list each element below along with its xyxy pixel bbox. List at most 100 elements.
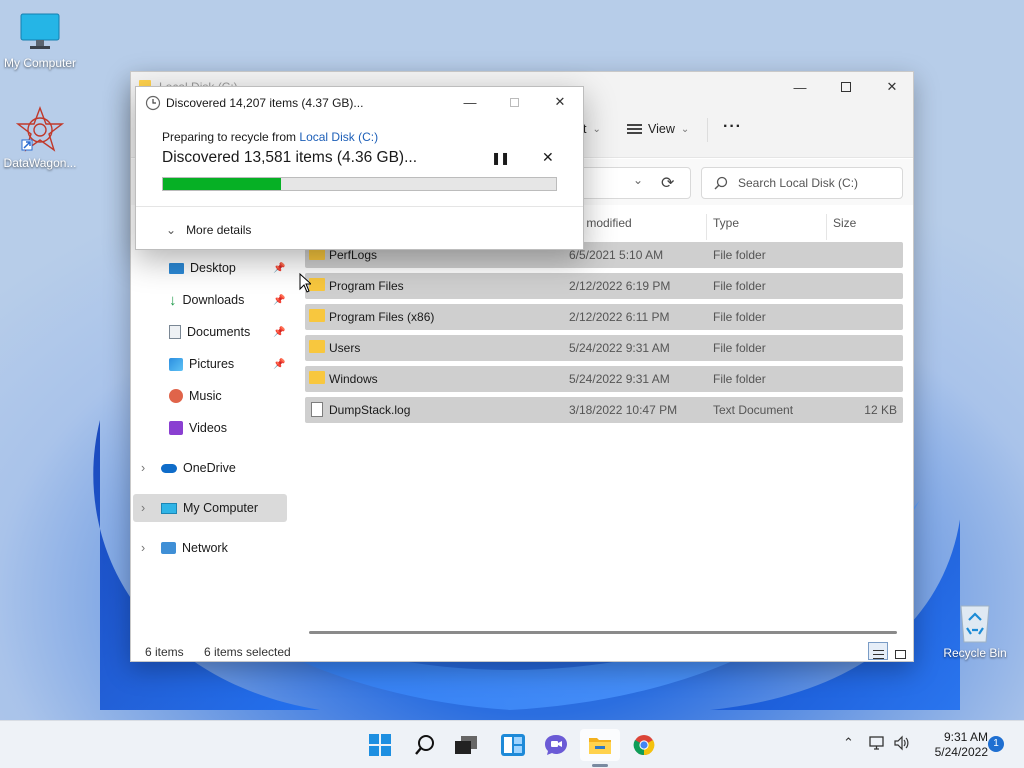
table-row[interactable]: Program Files (x86) 2/12/2022 6:11 PM Fi… [305,304,903,330]
search-icon [415,735,434,755]
file-size: 12 KB [864,403,897,417]
minimize-button[interactable]: — [777,72,823,102]
item-count: 6 items [145,645,184,659]
task-view-button[interactable] [446,729,486,761]
chat-button[interactable] [536,729,576,761]
file-date: 5/24/2022 9:31 AM [569,372,670,386]
documents-icon [169,325,181,339]
status-bar: 6 items 6 items selected [131,638,913,662]
search-icon [714,176,728,190]
recycle-progress-dialog: Discovered 14,207 items (4.37 GB)... — ✕… [135,86,584,250]
close-icon: ✕ [886,79,898,94]
file-date: 6/5/2021 5:10 AM [569,248,664,262]
more-icon: ··· [723,118,742,135]
active-app-indicator [592,764,608,767]
nav-label: Videos [189,421,227,435]
nav-item-pictures[interactable]: Pictures 📌 [169,350,285,378]
refresh-icon[interactable]: ⟳ [661,173,674,193]
file-name: PerfLogs [329,248,378,262]
file-name: Program Files [329,279,404,293]
pictures-icon [169,357,183,371]
chevron-down-icon: ⌄ [592,123,601,135]
pin-icon: 📌 [273,294,286,306]
nav-item-music[interactable]: Music [169,382,222,410]
dialog-title: Discovered 14,207 items (4.37 GB)... [166,96,364,110]
widgets-button[interactable] [493,729,533,761]
source-link[interactable]: Local Disk (C:) [299,130,378,144]
nav-item-videos[interactable]: Videos [169,414,227,442]
chrome-button[interactable] [624,729,664,761]
chevron-right-icon: › [141,541,146,555]
start-button[interactable] [360,729,400,761]
operation-prefix: Preparing to recycle from [162,130,300,144]
taskbar: ⌃ 9:31 AM 5/24/2022 [0,720,1024,768]
toolbar-divider [707,118,708,142]
volume-tray-icon[interactable] [893,735,911,754]
table-row[interactable]: DumpStack.log 3/18/2022 10:47 PM Text Do… [305,397,903,423]
search-placeholder: Search Local Disk (C:) [738,176,859,190]
column-size[interactable]: Size [827,214,903,240]
sort-button[interactable]: t ⌄ [583,122,601,136]
progress-status: Discovered 13,581 items (4.36 GB)... [162,149,418,166]
table-row[interactable]: Users 5/24/2022 9:31 AM File folder [305,335,903,361]
desktop-icon [169,262,184,274]
horizontal-scrollbar[interactable] [309,631,897,634]
progress-bar [162,177,557,191]
tiles-view-button[interactable] [890,642,910,660]
column-type[interactable]: Type [707,214,827,240]
desktop-icon-label: DataWagon... [3,156,77,170]
desktop-icon-label: Recycle Bin [943,646,1007,660]
chevron-right-icon: › [141,461,146,475]
pause-button[interactable]: ❚❚ [491,151,510,165]
folder-icon [309,371,325,384]
nav-item-downloads[interactable]: ↓ Downloads 📌 [169,286,285,314]
desktop-icon-my-computer[interactable]: My Computer [0,10,80,70]
folder-icon [309,278,325,291]
nav-label: Network [182,541,228,555]
close-button[interactable]: ✕ [869,72,915,102]
file-type: File folder [713,279,766,293]
more-details-toggle[interactable]: ⌄ More details [166,223,251,237]
pause-icon: ❚❚ [491,151,510,165]
dialog-close-button[interactable]: ✕ [540,91,580,113]
nav-item-onedrive[interactable]: › OneDrive [141,454,236,482]
music-icon [169,389,183,403]
address-dropdown-icon[interactable]: ⌄ [633,173,643,187]
cancel-button[interactable]: ✕ [542,149,554,166]
search-input[interactable]: Search Local Disk (C:) [701,167,903,199]
details-view-button[interactable] [868,642,888,660]
desktop-icon-recycle-bin[interactable]: Recycle Bin [935,600,1015,660]
file-type: File folder [713,341,766,355]
nav-item-documents[interactable]: Documents 📌 [169,318,285,346]
nav-item-network[interactable]: › Network [141,534,228,562]
column-date-modified[interactable]: te modified [567,214,707,240]
column-label: Size [833,216,857,230]
monitor-icon [20,13,60,49]
show-hidden-icons-button[interactable]: ⌃ [843,735,854,751]
desktop-icon-label: My Computer [3,56,77,70]
task-view-icon [455,736,477,754]
nav-item-desktop[interactable]: Desktop 📌 [169,254,285,282]
progress-fill [163,178,281,190]
dialog-minimize-button[interactable]: — [450,91,490,113]
more-options-button[interactable]: ··· [723,118,742,136]
table-row[interactable]: Program Files 2/12/2022 6:19 PM File fol… [305,273,903,299]
network-tray-icon[interactable] [868,735,886,754]
table-row[interactable]: Windows 5/24/2022 9:31 AM File folder [305,366,903,392]
view-button[interactable]: View ⌄ [627,122,689,136]
file-type: Text Document [713,403,794,417]
desktop-icon-datawagon[interactable]: DataWagon... [0,106,80,170]
nav-item-my-computer[interactable]: › My Computer [133,494,287,522]
network-icon [161,542,176,554]
selection-count: 6 items selected [204,645,291,659]
maximize-button[interactable] [823,72,869,102]
chat-icon [545,735,567,755]
view-label: View [648,122,675,136]
nav-label: Downloads [182,293,245,307]
notification-badge[interactable]: 1 [988,736,1004,752]
nav-label: Documents [187,325,251,339]
system-clock[interactable]: 9:31 AM 5/24/2022 [918,730,988,760]
file-explorer-taskbar-button[interactable] [580,729,620,761]
file-date: 2/12/2022 6:11 PM [569,310,670,324]
search-button[interactable] [405,729,445,761]
